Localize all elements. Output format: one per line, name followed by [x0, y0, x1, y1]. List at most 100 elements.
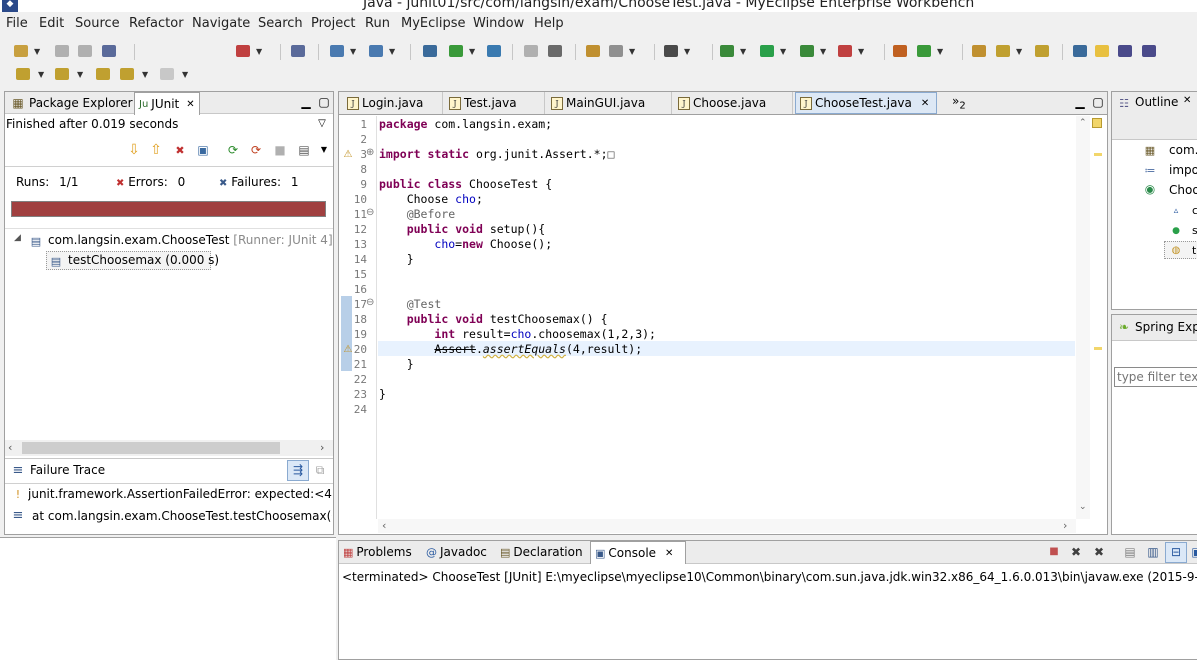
- editor-maximize-icon[interactable]: ▢: [1090, 94, 1106, 110]
- editor-overflow[interactable]: »2: [952, 94, 966, 111]
- menu-navigate[interactable]: Navigate: [192, 16, 250, 31]
- show-failures-only-icon[interactable]: ✖: [172, 142, 188, 158]
- show-whitespace-icon[interactable]: [1142, 45, 1156, 57]
- dropdown-arrow-icon[interactable]: ▼: [38, 70, 44, 79]
- scroll-right-icon[interactable]: ›: [320, 441, 324, 454]
- new-server-icon[interactable]: [330, 45, 344, 57]
- close-icon[interactable]: ✕: [186, 99, 194, 110]
- code-line[interactable]: @Test: [379, 297, 442, 312]
- menu-window[interactable]: Window: [473, 16, 524, 31]
- menu-refactor[interactable]: Refactor: [129, 16, 184, 31]
- run-server-icon[interactable]: [449, 45, 463, 57]
- dropdown-arrow-icon[interactable]: ▼: [34, 47, 40, 56]
- history-dropdown-icon[interactable]: ▼: [316, 142, 332, 158]
- close-icon[interactable]: ✕: [921, 98, 929, 109]
- dropdown-arrow-icon[interactable]: ▼: [350, 47, 356, 56]
- scroll-lock-icon[interactable]: ▣: [195, 142, 211, 158]
- previous-failure-icon[interactable]: ⇧: [148, 142, 164, 158]
- code-line[interactable]: package com.langsin.exam;: [379, 117, 552, 132]
- tree-child[interactable]: testChoosemax (0.000 s): [68, 253, 219, 267]
- menu-file[interactable]: File: [6, 16, 28, 31]
- dropdown-arrow-icon[interactable]: ▼: [469, 47, 475, 56]
- web-services-icon[interactable]: [609, 45, 623, 57]
- code-line[interactable]: import static org.junit.Assert.*;□: [379, 147, 614, 162]
- scroll-down-icon[interactable]: ⌄: [1079, 502, 1087, 512]
- clear-console-icon[interactable]: ▤: [1122, 544, 1138, 560]
- code-line[interactable]: }: [379, 387, 386, 402]
- new-icon[interactable]: [14, 45, 28, 57]
- toggle-breakpoint-icon[interactable]: [1073, 45, 1087, 57]
- rerun-icon[interactable]: ⟳: [225, 142, 241, 158]
- scrollbar-thumb[interactable]: [22, 442, 280, 454]
- last-edit-location-icon[interactable]: [96, 68, 110, 80]
- code-line[interactable]: }: [379, 357, 414, 372]
- external-tools-icon[interactable]: [838, 45, 852, 57]
- tree-expand-icon[interactable]: ◢: [14, 233, 21, 243]
- fold-collapse-icon[interactable]: ⊖: [366, 207, 374, 218]
- run-icon[interactable]: [760, 45, 774, 57]
- terminate-icon[interactable]: ■: [1046, 544, 1062, 560]
- history-icon[interactable]: ▤: [296, 142, 312, 158]
- code-line[interactable]: public void testChoosemax() {: [379, 312, 608, 327]
- stop-icon[interactable]: ■: [272, 142, 288, 158]
- editor-tab-login[interactable]: J Login.java: [343, 92, 443, 114]
- search-icon[interactable]: [996, 45, 1010, 57]
- save-icon[interactable]: [55, 45, 69, 57]
- maximize-icon[interactable]: ▢: [316, 94, 332, 110]
- tab-javadoc[interactable]: @ Javadoc: [422, 541, 496, 563]
- outline-item-class[interactable]: Choo: [1169, 183, 1197, 197]
- dropdown-arrow-icon[interactable]: ▼: [858, 47, 864, 56]
- code-line[interactable]: }: [379, 252, 414, 267]
- outline-item-imports[interactable]: impo: [1169, 163, 1197, 177]
- code-line[interactable]: int result=cho.choosemax(1,2,3);: [379, 327, 656, 342]
- display-console-icon[interactable]: ▣: [1189, 544, 1197, 560]
- menu-search[interactable]: Search: [258, 16, 303, 31]
- outline-title[interactable]: Outline: [1135, 95, 1178, 109]
- fold-collapse-icon-2[interactable]: ⊖: [366, 297, 374, 308]
- rerun-failures-icon[interactable]: ⟳: [248, 142, 264, 158]
- scroll-right-icon[interactable]: ›: [1063, 519, 1067, 532]
- outline-item-method-setup[interactable]: s: [1192, 224, 1197, 237]
- dropdown-arrow-icon[interactable]: ▼: [1016, 47, 1022, 56]
- open-task-icon[interactable]: [1035, 45, 1049, 57]
- dropdown-arrow-icon[interactable]: ▼: [684, 47, 690, 56]
- open-type-icon[interactable]: [972, 45, 986, 57]
- trace-line-2[interactable]: at com.langsin.exam.ChooseTest.testChoos…: [32, 509, 332, 523]
- dropdown-arrow-icon[interactable]: ▼: [77, 70, 83, 79]
- new-class-icon[interactable]: [917, 45, 931, 57]
- scroll-up-icon[interactable]: ⌃: [1079, 118, 1087, 128]
- menu-project[interactable]: Project: [311, 16, 355, 31]
- deploy-icon[interactable]: [369, 45, 383, 57]
- previous-annotation-icon[interactable]: [55, 68, 69, 80]
- remove-launch-icon[interactable]: ✖: [1068, 544, 1084, 560]
- dropdown-arrow-icon[interactable]: ▼: [780, 47, 786, 56]
- mark-occurrences-icon[interactable]: [1095, 45, 1109, 57]
- tab-problems[interactable]: ▦ Problems: [339, 541, 422, 563]
- remove-all-terminated-icon[interactable]: ✖: [1091, 544, 1107, 560]
- dropdown-arrow-icon[interactable]: ▼: [820, 47, 826, 56]
- open-perspective-icon[interactable]: [291, 45, 305, 57]
- coverage-icon[interactable]: [800, 45, 814, 57]
- view-menu-icon[interactable]: ▽: [314, 116, 330, 132]
- copy-icon[interactable]: [548, 45, 562, 57]
- menu-edit[interactable]: Edit: [39, 16, 64, 31]
- dropdown-arrow-icon[interactable]: ▼: [182, 70, 188, 79]
- code-line[interactable]: public void setup(){: [379, 222, 546, 237]
- menu-myeclipse[interactable]: MyEclipse: [401, 16, 466, 31]
- save-all-icon[interactable]: [78, 45, 92, 57]
- folded-imports-icon[interactable]: □: [608, 147, 615, 161]
- menu-source[interactable]: Source: [75, 16, 120, 31]
- overview-mark-2[interactable]: [1094, 347, 1102, 350]
- editor-minimize-icon[interactable]: ▁: [1072, 94, 1088, 110]
- outline-item-method-test[interactable]: t: [1192, 244, 1196, 257]
- back-icon[interactable]: [120, 68, 134, 80]
- editor-tab-choose[interactable]: J Choose.java: [674, 92, 793, 114]
- block-selection-icon[interactable]: [1118, 45, 1132, 57]
- forward-icon[interactable]: [160, 68, 174, 80]
- dropdown-arrow-icon[interactable]: ▼: [629, 47, 635, 56]
- next-failure-icon[interactable]: ⇩: [126, 142, 142, 158]
- dropdown-arrow-icon[interactable]: ▼: [142, 70, 148, 79]
- code-line[interactable]: Assert.assertEquals(4,result);: [379, 342, 642, 357]
- print-icon[interactable]: [102, 45, 116, 57]
- new-web-project-icon[interactable]: [423, 45, 437, 57]
